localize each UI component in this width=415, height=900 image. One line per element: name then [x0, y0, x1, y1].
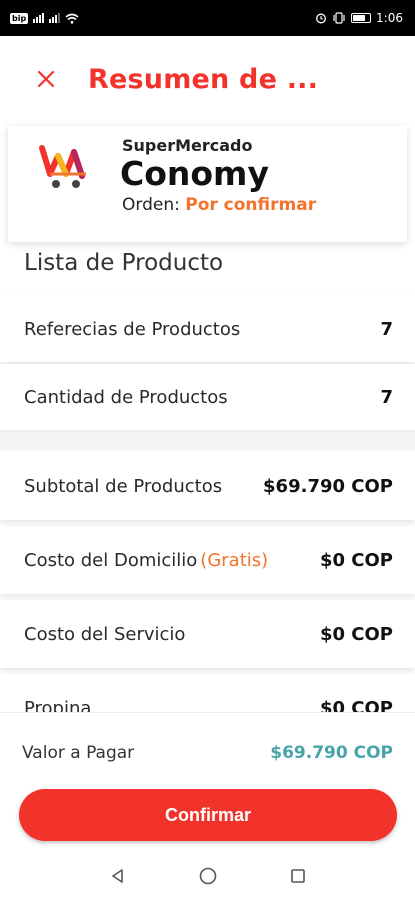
status-right: 1:06 — [315, 11, 403, 25]
close-icon — [37, 70, 55, 88]
delivery-label: Costo del Domicilio — [24, 549, 198, 571]
store-subtitle: SuperMercado — [122, 136, 253, 155]
pay-value: $69.790 COP — [270, 743, 393, 763]
order-status-line: Orden: Por confirmar — [122, 195, 316, 215]
nav-home-button[interactable] — [196, 864, 220, 888]
section-divider — [0, 432, 415, 450]
page-title: Resumen de ... — [88, 63, 319, 95]
nav-back-button[interactable] — [106, 864, 130, 888]
status-time: 1:06 — [376, 11, 403, 25]
carrier-badge: bip — [10, 12, 29, 24]
close-button[interactable] — [26, 59, 66, 99]
delivery-label-group: Costo del Domicilio (Gratis) — [24, 550, 268, 571]
references-label: Referecias de Productos — [24, 318, 241, 340]
store-card: SuperMercado Conomy Orden: Por confirmar — [8, 126, 407, 242]
supermarket-cart-logo-icon — [39, 145, 86, 188]
service-row: Costo del Servicio $0 COP — [0, 600, 415, 668]
header: Resumen de ... — [0, 36, 415, 122]
confirm-button[interactable]: Confirmar — [19, 789, 397, 841]
references-value: 7 — [380, 318, 393, 340]
battery-icon — [351, 13, 372, 23]
order-label: Orden: — [122, 195, 180, 215]
product-list-title: Lista de Producto — [24, 250, 224, 276]
pay-label: Valor a Pagar — [22, 743, 135, 763]
system-nav-bar — [0, 852, 415, 900]
delivery-row: Costo del Domicilio (Gratis) $0 COP — [0, 526, 415, 594]
store-name: Conomy — [120, 154, 269, 193]
signal-2-icon — [49, 13, 61, 23]
order-status: Por confirmar — [185, 195, 317, 215]
back-triangle-icon — [111, 869, 123, 883]
signal-icon — [33, 13, 45, 23]
alarm-icon — [316, 13, 326, 24]
recents-square-icon — [290, 869, 305, 883]
quantity-label: Cantidad de Productos — [24, 386, 228, 408]
subtotal-label: Subtotal de Productos — [24, 475, 223, 497]
subtotal-row: Subtotal de Productos $69.790 COP — [0, 452, 415, 520]
status-left: bip — [10, 12, 79, 24]
home-circle-icon — [199, 867, 216, 885]
bottom-panel: Valor a Pagar $69.790 COP Confirmar — [0, 712, 415, 852]
service-label: Costo del Servicio — [24, 623, 186, 645]
quantity-row: Cantidad de Productos 7 — [0, 364, 415, 430]
delivery-free-note: (Gratis) — [200, 549, 269, 571]
status-bar: bip 1:06 — [0, 0, 415, 36]
nav-recents-button[interactable] — [286, 864, 310, 888]
subtotal-value: $69.790 COP — [263, 475, 393, 497]
wifi-icon — [65, 13, 79, 24]
service-value: $0 COP — [319, 623, 393, 645]
quantity-value: 7 — [380, 386, 393, 408]
references-row: Referecias de Productos 7 — [0, 296, 415, 362]
vibrate-icon — [333, 12, 345, 24]
delivery-value: $0 COP — [319, 549, 393, 571]
